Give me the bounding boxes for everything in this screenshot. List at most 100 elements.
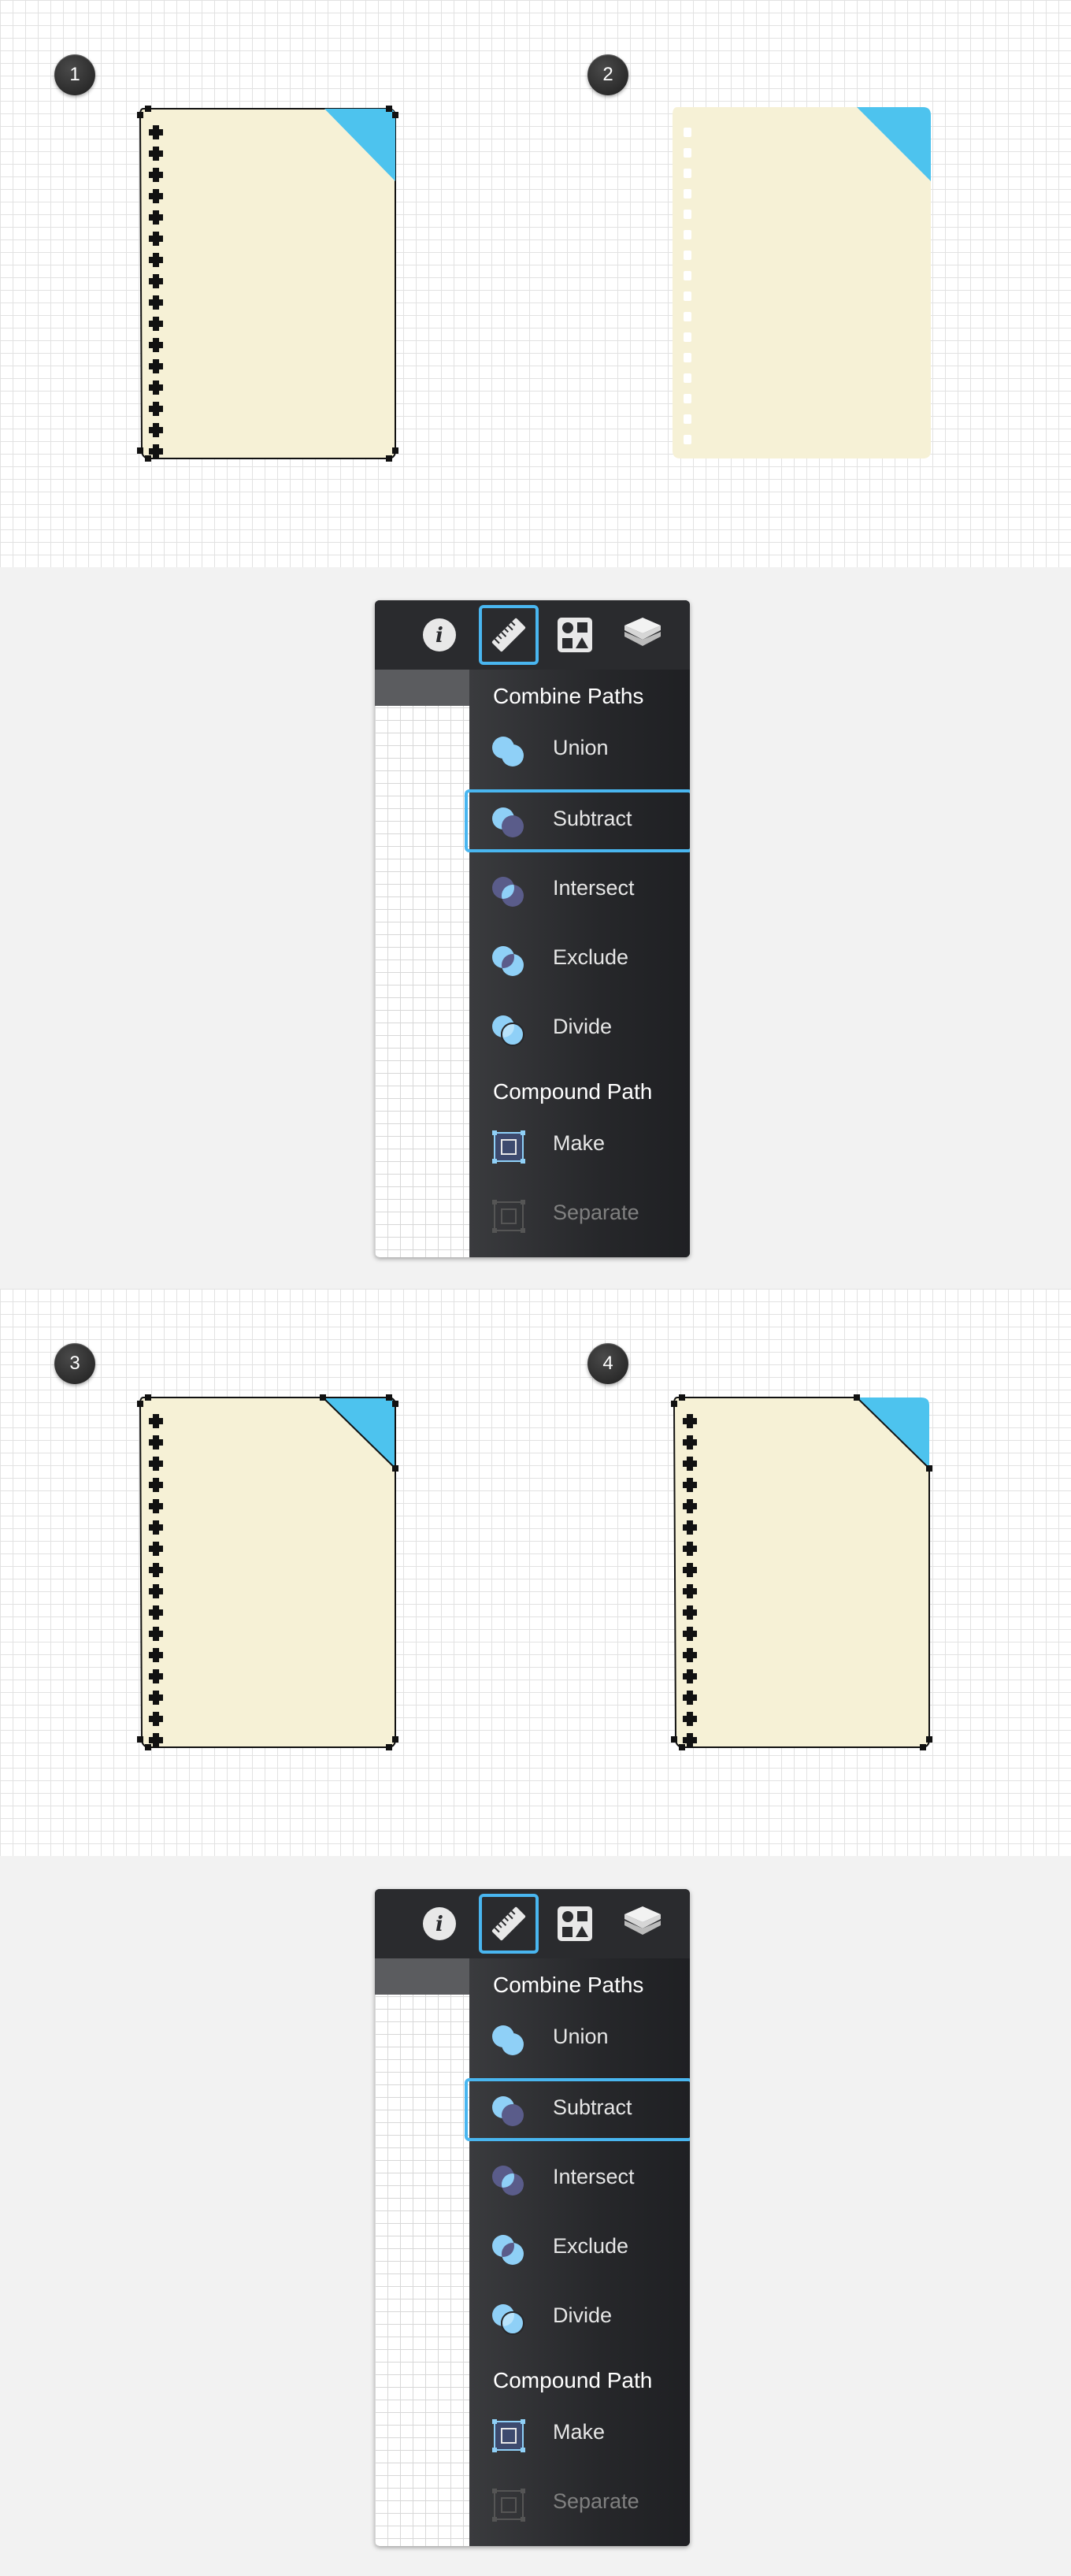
intersect-icon	[492, 877, 524, 907]
info-tool[interactable]: i	[410, 605, 469, 665]
subtract-icon	[492, 807, 524, 837]
ruler-tool[interactable]	[479, 605, 539, 665]
info-tool[interactable]: i	[410, 1894, 469, 1954]
binding-hole	[684, 373, 691, 383]
layers-tool[interactable]	[613, 1894, 673, 1954]
shapes-tool[interactable]	[545, 1894, 605, 1954]
exclude-icon	[492, 2235, 524, 2265]
binding-hole	[684, 312, 691, 321]
layers-icon	[624, 618, 661, 646]
step-badge-3: 3	[54, 1343, 95, 1384]
divide-button[interactable]: Divide	[469, 2286, 690, 2349]
intersect-label: Intersect	[553, 876, 635, 900]
intersect-button[interactable]: Intersect	[469, 859, 690, 922]
binding-hole	[684, 189, 691, 199]
divide-button[interactable]: Divide	[469, 997, 690, 1060]
subtract-button[interactable]: Subtract	[465, 2078, 690, 2141]
shapes-icon	[558, 1906, 592, 1941]
notebook-shape-cut	[671, 1394, 932, 1750]
separate-button[interactable]: Separate	[469, 2472, 690, 2535]
binding-hole	[684, 271, 691, 280]
ruler-tool[interactable]	[479, 1894, 539, 1954]
canvas-grid-top: 1 2	[0, 0, 1071, 567]
divide-icon	[492, 1015, 524, 1046]
path-operations-menu: Combine Paths Union Subtract Intersect E…	[465, 670, 690, 1257]
union-label: Union	[553, 736, 609, 759]
inspector-area-bottom: i Combine Paths Union Subtract Intersect…	[0, 1856, 1071, 2576]
subtract-label: Subtract	[553, 2095, 632, 2119]
separate-button[interactable]: Separate	[469, 1183, 690, 1246]
intersect-icon	[492, 2166, 524, 2196]
binding-hole	[684, 230, 691, 239]
canvas-preview	[375, 1958, 469, 2546]
combine-paths-heading: Combine Paths	[493, 1973, 644, 1997]
shapes-tool[interactable]	[545, 605, 605, 665]
separate-label: Separate	[553, 1201, 639, 1224]
notebook-shape-selected	[137, 106, 398, 462]
binding-hole	[684, 251, 691, 260]
union-label: Union	[553, 2025, 609, 2048]
exclude-button[interactable]: Exclude	[469, 928, 690, 991]
make-icon	[492, 2419, 525, 2452]
divide-label: Divide	[553, 2303, 613, 2327]
ruler-icon	[491, 1906, 526, 1941]
make-label: Make	[553, 1131, 606, 1155]
ruler-icon	[491, 618, 526, 652]
subtract-label: Subtract	[553, 807, 632, 830]
make-button[interactable]: Make	[469, 2403, 690, 2466]
info-icon: i	[423, 618, 456, 651]
binding-hole	[684, 414, 691, 424]
divide-icon	[492, 2304, 524, 2335]
step-badge-1: 1	[54, 54, 95, 95]
canvas-grid-bottom: 3 4	[0, 1289, 1071, 1856]
exclude-icon	[492, 946, 524, 976]
subtract-button[interactable]: Subtract	[465, 789, 690, 852]
layers-tool[interactable]	[613, 605, 673, 665]
exclude-label: Exclude	[553, 2234, 629, 2258]
binding-hole	[684, 353, 691, 362]
separate-icon	[492, 2489, 525, 2522]
union-button[interactable]: Union	[469, 718, 690, 781]
make-button[interactable]: Make	[469, 1114, 690, 1177]
union-button[interactable]: Union	[469, 2007, 690, 2070]
binding-hole	[684, 169, 691, 178]
inspector-toolbar-2: i	[375, 1889, 690, 1958]
binding-hole	[684, 332, 691, 342]
binding-hole	[684, 435, 691, 444]
exclude-button[interactable]: Exclude	[469, 2217, 690, 2280]
inspector-panel-2: i Combine Paths Union Subtract Intersect…	[375, 1889, 690, 2546]
layers-icon	[624, 1906, 661, 1935]
subtract-icon	[492, 2096, 524, 2126]
make-label: Make	[553, 2420, 606, 2444]
binding-hole	[684, 291, 691, 301]
compound-path-heading: Compound Path	[493, 1079, 653, 1104]
svg-text:i: i	[435, 1913, 443, 1936]
binding-hole	[684, 128, 691, 137]
combine-paths-heading: Combine Paths	[493, 684, 644, 708]
union-icon	[492, 737, 524, 766]
step-badge-2: 2	[587, 54, 628, 95]
intersect-button[interactable]: Intersect	[469, 2147, 690, 2210]
path-operations-menu-2: Combine Paths Union Subtract Intersect E…	[465, 1958, 690, 2546]
inspector-area-top: i Combine Paths Union Subtract Intersect…	[0, 567, 1071, 1289]
info-icon: i	[423, 1907, 456, 1940]
intersect-label: Intersect	[553, 2165, 635, 2188]
inspector-panel: i Combine Paths Union Subtract Intersect…	[375, 600, 690, 1257]
make-icon	[492, 1130, 525, 1164]
binding-hole	[684, 210, 691, 219]
shapes-icon	[558, 618, 592, 652]
svg-text:i: i	[435, 624, 443, 648]
binding-hole	[684, 394, 691, 403]
step-badge-4: 4	[587, 1343, 628, 1384]
notebook-shape-result	[673, 107, 931, 458]
binding-hole	[684, 148, 691, 158]
divide-label: Divide	[553, 1015, 613, 1038]
separate-label: Separate	[553, 2489, 639, 2513]
union-icon	[492, 2025, 524, 2055]
inspector-toolbar: i	[375, 600, 690, 670]
compound-path-heading: Compound Path	[493, 2368, 653, 2392]
notebook-shape-corner-selected	[137, 1394, 398, 1750]
exclude-label: Exclude	[553, 945, 629, 969]
separate-icon	[492, 1200, 525, 1233]
canvas-preview	[375, 670, 469, 1257]
